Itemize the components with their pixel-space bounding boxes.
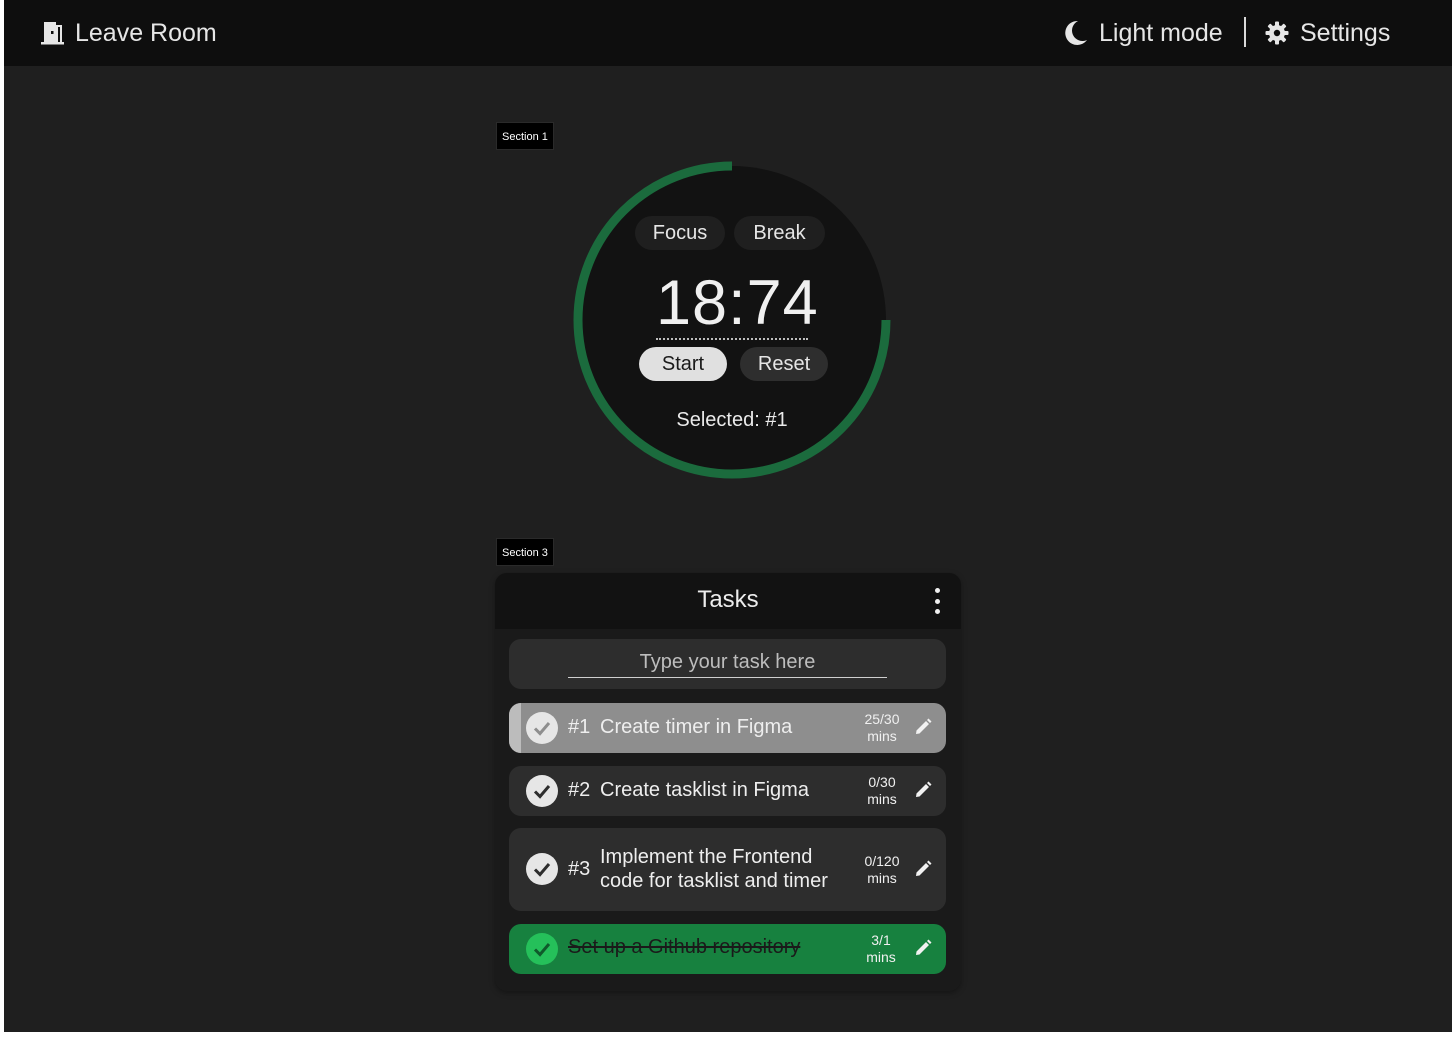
task-item-3[interactable]: #3 Implement the Frontend code for taskl… [509,828,946,911]
task-item-4[interactable]: Set up a Github repository 3/1 mins [509,924,946,974]
complete-checkbox[interactable] [526,712,558,744]
checkmark-icon [533,785,551,799]
focus-mode-button[interactable]: Focus [635,216,725,250]
task-minutes: 3/1 mins [866,932,896,965]
complete-checkbox[interactable] [526,853,558,885]
checkmark-icon [533,722,551,736]
pencil-icon[interactable] [913,938,933,958]
moon-icon [1065,20,1087,45]
app-frame: Leave Room Light mode Settings Section 1… [4,0,1452,1032]
checkmark-icon [533,863,551,877]
task-minutes: 0/30 mins [867,774,897,807]
tasks-title: Tasks [697,586,759,613]
pencil-icon[interactable] [913,717,933,737]
task-item-1[interactable]: #1 Create timer in Figma 25/30 mins [509,703,946,753]
more-options-icon[interactable] [927,587,947,615]
settings-label: Settings [1300,18,1391,47]
door-exit-icon [41,22,64,45]
leave-room-label: Leave Room [75,18,217,47]
selected-indicator-bar [509,703,521,753]
task-number: #1 [568,716,591,738]
pencil-icon[interactable] [913,780,933,800]
top-bar: Leave Room Light mode Settings [4,0,1452,66]
break-mode-button[interactable]: Break [734,216,825,250]
leave-room-button[interactable]: Leave Room [40,0,217,66]
timer-display[interactable]: 18:74 [656,268,818,340]
task-title: Set up a Github repository [568,936,801,958]
task-title: Implement the Frontend code for tasklist… [600,846,828,892]
timer-widget: Focus Break 18:74 Start Reset Selected: … [568,156,896,484]
complete-checkbox[interactable] [526,933,558,965]
tasks-panel: Tasks #1 Create timer in Figma 25/30mins… [495,573,961,991]
task-title: Create timer in Figma [600,716,793,738]
task-title: Create tasklist in Figma [600,779,809,801]
section-1-tag: Section 1 [496,122,554,150]
selected-task-indicator: Selected: #1 [676,409,788,431]
checkmark-icon [533,943,551,957]
complete-checkbox[interactable] [526,775,558,807]
task-number: #2 [568,779,591,801]
reset-button[interactable]: Reset [740,347,828,381]
task-item-2[interactable]: #2 Create tasklist in Figma 0/30 mins [509,766,946,816]
task-number: #3 [568,858,591,880]
topbar-divider [1244,17,1246,47]
task-minutes: 25/30 mins [864,711,900,744]
section-3-tag: Section 3 [496,538,554,566]
settings-button[interactable]: Settings [1265,0,1390,66]
light-mode-label: Light mode [1099,18,1223,47]
pencil-icon[interactable] [913,859,933,879]
tasks-header: Tasks [495,573,961,629]
start-button[interactable]: Start [639,347,727,381]
gear-icon [1265,21,1289,45]
task-input[interactable] [568,648,887,678]
task-input-container [509,639,946,689]
task-minutes: 0/120 mins [864,853,900,886]
light-mode-toggle[interactable]: Light mode [1064,0,1223,66]
